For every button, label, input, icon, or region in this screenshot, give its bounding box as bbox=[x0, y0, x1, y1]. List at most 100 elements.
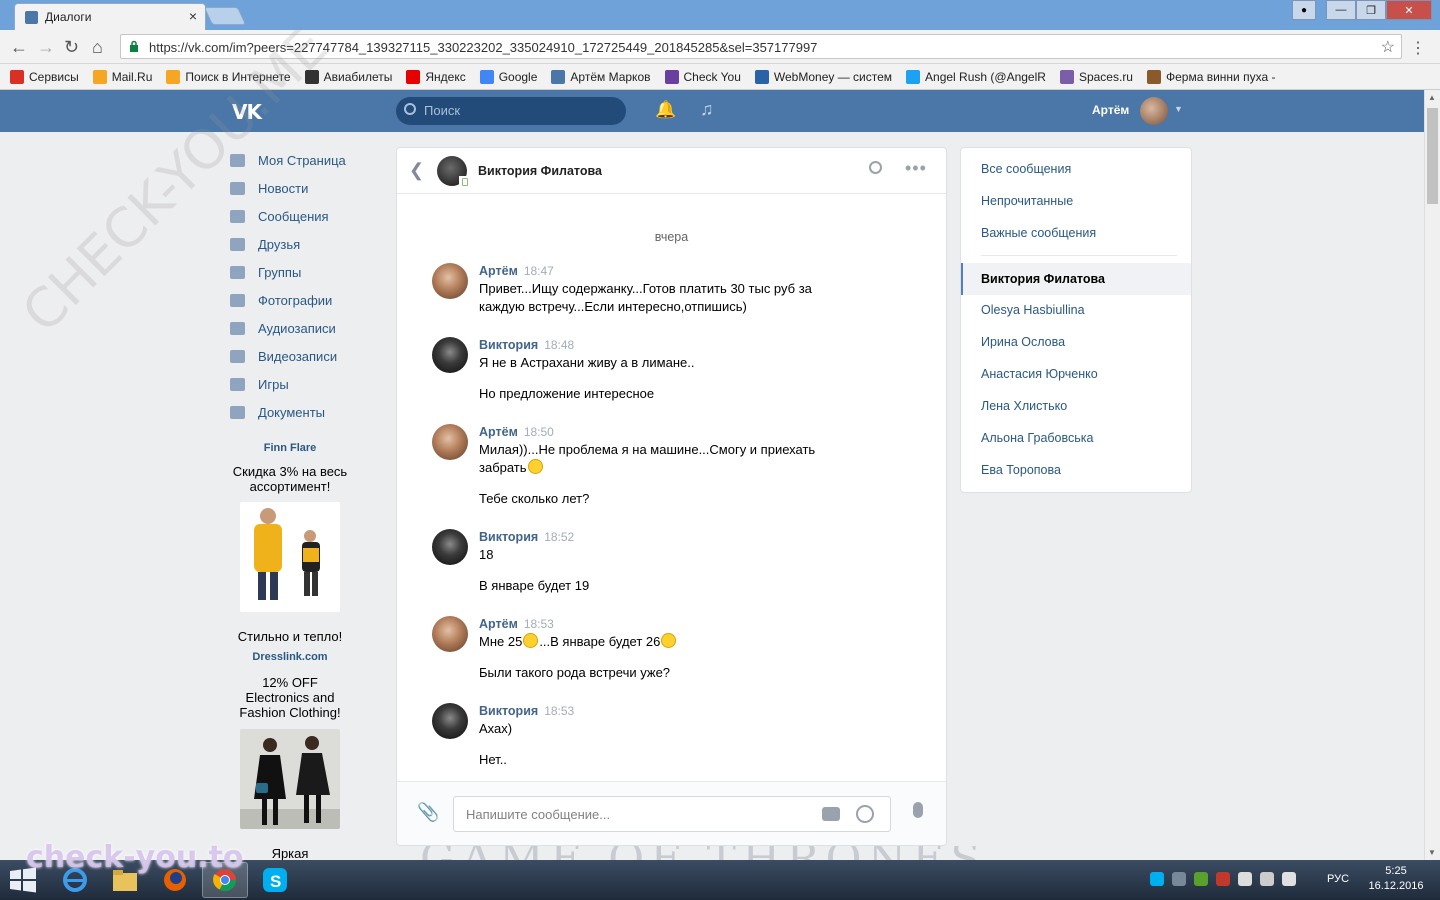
chevron-down-icon[interactable]: ▼ bbox=[1174, 104, 1183, 114]
paperclip-icon[interactable]: 📎 bbox=[417, 802, 439, 823]
dialog-item[interactable]: Ева Торопова bbox=[981, 463, 1061, 477]
language-indicator[interactable]: РУС bbox=[1327, 873, 1349, 885]
contact-name[interactable]: Виктория Филатова bbox=[478, 164, 602, 178]
more-dots-icon[interactable]: ••• bbox=[905, 158, 927, 179]
bookmark-item[interactable]: Angel Rush (@AngelR bbox=[906, 69, 1046, 84]
browser-menu-icon[interactable]: ⋮ bbox=[1410, 38, 1426, 58]
windows-start-icon[interactable] bbox=[8, 866, 38, 894]
maximize-icon[interactable]: ❐ bbox=[1356, 0, 1386, 20]
home-icon[interactable]: ⌂ bbox=[92, 37, 103, 58]
bookmark-item[interactable]: Ферма винни пуха - bbox=[1146, 69, 1275, 84]
tray-network-icon[interactable] bbox=[1260, 872, 1274, 886]
dialog-item[interactable]: Olesya Hasbiullina bbox=[981, 303, 1085, 317]
left-menu-item[interactable]: Моя Страница bbox=[230, 146, 380, 174]
bookmark-item[interactable]: Mail.Ru bbox=[92, 69, 152, 84]
header-avatar[interactable] bbox=[1140, 97, 1168, 125]
avatar[interactable] bbox=[432, 337, 468, 373]
filter-all-messages[interactable]: Все сообщения bbox=[981, 162, 1071, 176]
bookmark-item[interactable]: Check You bbox=[664, 69, 741, 84]
camera-icon[interactable] bbox=[822, 807, 840, 821]
message-author[interactable]: Виктория bbox=[479, 338, 538, 352]
left-menu-item[interactable]: Аудиозаписи bbox=[230, 314, 380, 342]
ad-finn-flare[interactable]: Finn Flare Скидка 3% на весь ассортимент… bbox=[230, 442, 350, 644]
scroll-up-icon[interactable]: ▲ bbox=[1428, 93, 1436, 102]
scrollbar-thumb[interactable] bbox=[1427, 108, 1438, 204]
profile-icon[interactable]: ● bbox=[1292, 0, 1316, 20]
tray-app-icon[interactable] bbox=[1194, 872, 1208, 886]
left-menu-item[interactable]: Сообщения bbox=[230, 202, 380, 230]
taskbar-firefox-icon[interactable] bbox=[152, 862, 198, 898]
system-clock[interactable]: 5:25 16.12.2016 bbox=[1368, 864, 1424, 894]
page-scrollbar[interactable]: ▲ ▼ bbox=[1424, 90, 1440, 860]
avatar[interactable] bbox=[432, 703, 468, 739]
message-time[interactable]: 18:50 bbox=[524, 425, 554, 439]
taskbar-ie-icon[interactable] bbox=[52, 862, 98, 898]
left-menu-item[interactable]: Документы bbox=[230, 398, 380, 426]
close-window-icon[interactable]: ✕ bbox=[1386, 0, 1432, 20]
bookmark-star-icon[interactable]: ☆ bbox=[1381, 37, 1395, 57]
tray-steam-icon[interactable] bbox=[1172, 872, 1186, 886]
tray-flag-icon[interactable] bbox=[1238, 872, 1252, 886]
message-time[interactable]: 18:48 bbox=[544, 338, 574, 352]
bookmark-item[interactable]: Артём Марков bbox=[551, 69, 651, 84]
music-note-icon[interactable]: ♫ bbox=[700, 99, 714, 120]
forward-arrow-icon[interactable]: → bbox=[37, 37, 55, 58]
filter-unread[interactable]: Непрочитанные bbox=[981, 194, 1073, 208]
address-bar[interactable]: https://vk.com/im?peers=227747784_139327… bbox=[120, 34, 1402, 59]
back-arrow-icon[interactable]: ← bbox=[10, 37, 28, 58]
left-menu-item[interactable]: Группы bbox=[230, 258, 380, 286]
dialog-item[interactable]: Ирина Ослова bbox=[981, 335, 1065, 349]
message-author[interactable]: Виктория bbox=[479, 704, 538, 718]
left-menu-item[interactable]: Новости bbox=[230, 174, 380, 202]
microphone-icon[interactable] bbox=[913, 802, 923, 818]
bookmark-item[interactable]: Поиск в Интернете bbox=[166, 69, 291, 84]
message-time[interactable]: 18:47 bbox=[524, 264, 554, 278]
left-menu-item[interactable]: Фотографии bbox=[230, 286, 380, 314]
back-chevron-icon[interactable]: ❮ bbox=[409, 160, 424, 181]
taskbar-skype-icon[interactable]: S bbox=[252, 862, 298, 898]
message-author[interactable]: Виктория bbox=[479, 530, 538, 544]
header-user-name[interactable]: Артём bbox=[1092, 103, 1129, 117]
tab-close-icon[interactable]: × bbox=[189, 8, 197, 24]
message-author[interactable]: Артём bbox=[479, 617, 518, 631]
message-time[interactable]: 18:52 bbox=[544, 530, 574, 544]
left-menu-item[interactable]: Игры bbox=[230, 370, 380, 398]
message-time[interactable]: 18:53 bbox=[524, 617, 554, 631]
dialog-item[interactable]: Альона Грабовська bbox=[981, 431, 1093, 445]
bookmark-item[interactable]: Google bbox=[479, 69, 537, 84]
vk-logo[interactable]: VK bbox=[232, 100, 262, 124]
bookmark-item[interactable]: Авиабилеты bbox=[304, 69, 392, 84]
message-time[interactable]: 18:53 bbox=[544, 704, 574, 718]
taskbar-chrome-icon[interactable] bbox=[202, 862, 248, 898]
scroll-down-icon[interactable]: ▼ bbox=[1428, 848, 1436, 857]
avatar[interactable] bbox=[432, 529, 468, 565]
reload-icon[interactable]: ↻ bbox=[64, 37, 79, 58]
avatar[interactable] bbox=[432, 263, 468, 299]
taskbar-explorer-icon[interactable] bbox=[102, 862, 148, 898]
notifications-bell-icon[interactable]: 🔔 bbox=[655, 100, 676, 120]
tray-volume-icon[interactable] bbox=[1282, 872, 1296, 886]
tray-skype-icon[interactable] bbox=[1150, 872, 1164, 886]
browser-tab[interactable]: Диалоги × bbox=[14, 3, 206, 30]
message-input[interactable]: Напишите сообщение... bbox=[453, 796, 891, 832]
filter-important[interactable]: Важные сообщения bbox=[981, 226, 1096, 240]
ad-dresslink[interactable]: Dresslink.com 12% OFF Electronics and Fa… bbox=[230, 651, 350, 861]
bookmark-item[interactable]: Сервисы bbox=[10, 69, 79, 84]
bookmark-item[interactable]: WebMoney — систем bbox=[754, 69, 892, 84]
dialog-item[interactable]: Анастасия Юрченко bbox=[981, 367, 1098, 381]
message-author[interactable]: Артём bbox=[479, 264, 518, 278]
dialog-item[interactable]: Лена Хлистько bbox=[981, 399, 1067, 413]
bookmark-item[interactable]: Spaces.ru bbox=[1059, 69, 1133, 84]
dialog-item-active[interactable]: Виктория Филатова bbox=[961, 263, 1191, 295]
tray-app-icon[interactable] bbox=[1216, 872, 1230, 886]
new-tab-button[interactable] bbox=[203, 7, 247, 25]
left-menu-item[interactable]: Друзья bbox=[230, 230, 380, 258]
left-menu-item[interactable]: Видеозаписи bbox=[230, 342, 380, 370]
avatar[interactable] bbox=[432, 424, 468, 460]
message-author[interactable]: Артём bbox=[479, 425, 518, 439]
avatar[interactable] bbox=[432, 616, 468, 652]
search-input[interactable]: Поиск bbox=[396, 97, 626, 125]
bookmark-item[interactable]: Яндекс bbox=[406, 69, 466, 84]
search-icon[interactable] bbox=[869, 161, 882, 174]
emoji-smile-icon[interactable] bbox=[856, 805, 874, 823]
